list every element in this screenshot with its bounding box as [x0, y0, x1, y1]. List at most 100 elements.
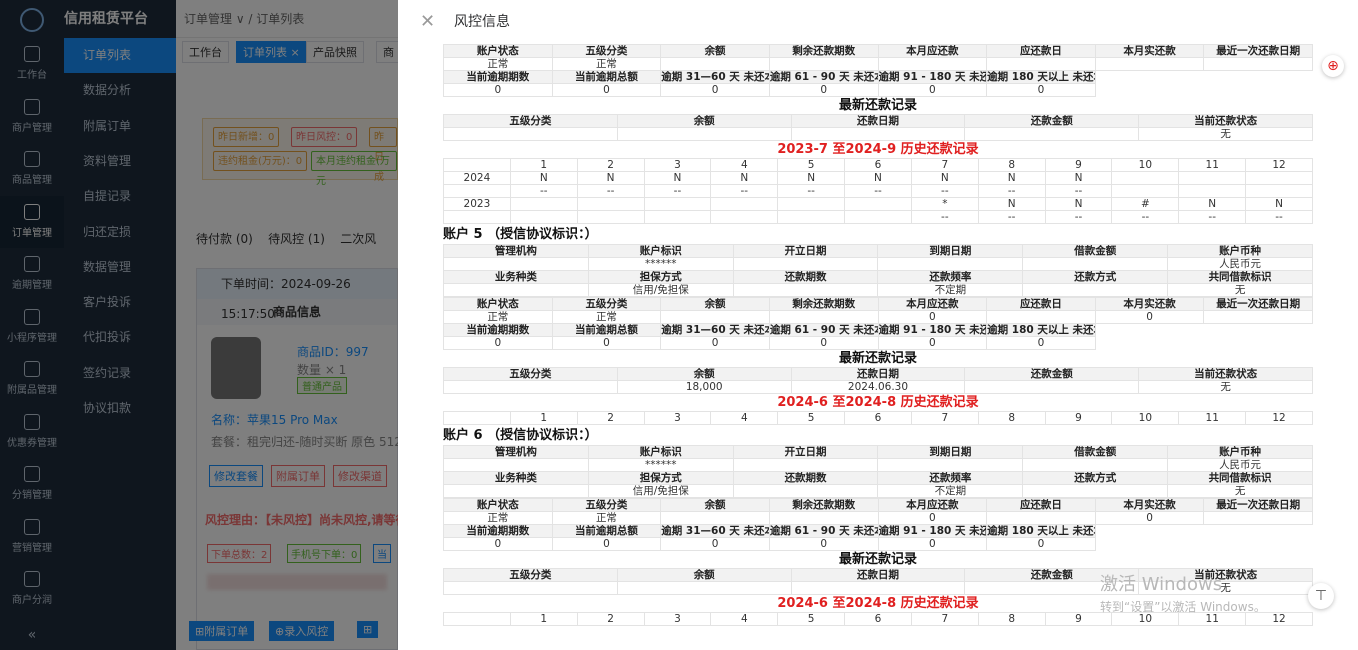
- month-header-row: 1 2 3 4 5 6 7 8 9 10 11 12: [443, 411, 1313, 425]
- month-cell: 3: [643, 411, 712, 425]
- back-to-top-icon[interactable]: ⊤: [1308, 583, 1334, 609]
- table-cell: 正常: [551, 310, 662, 324]
- table-cell: [1022, 283, 1169, 297]
- close-icon[interactable]: ✕: [420, 0, 435, 44]
- month-cell: 11: [1178, 158, 1247, 172]
- table-row: 信用/免担保 不定期 无: [443, 484, 1313, 498]
- history-cell: [710, 197, 779, 211]
- month-cell: 8: [977, 612, 1046, 626]
- month-cell: 4: [710, 411, 779, 425]
- table-cell: 逾期 91 - 180 天 未还本金: [877, 70, 988, 84]
- table-cell: 0: [443, 83, 553, 97]
- repay-title: 最新还款记录: [838, 351, 917, 366]
- table-cell: 最近一次还款日期: [1203, 297, 1313, 311]
- table-cell: 不定期: [877, 484, 1024, 498]
- month-cell: 6: [844, 612, 912, 626]
- table-row: 正常 正常 0 0: [443, 310, 1313, 324]
- table-cell: [1022, 458, 1169, 472]
- month-cell: 1: [509, 411, 578, 425]
- windows-activation-watermark: 激活 Windows 转到“设置”以激活 Windows。: [1100, 574, 1266, 618]
- table-cell: [732, 458, 879, 472]
- table-cell: 无: [1167, 283, 1313, 297]
- month-cell: 2: [576, 411, 645, 425]
- table-cell: 0: [1094, 511, 1205, 525]
- report-table: 五级分类 余额 还款日期 还款金额 当前还款状态 18,000 2024.06.30 无: [443, 367, 1313, 394]
- history-cell: N: [710, 171, 779, 185]
- table-cell: [1203, 511, 1313, 525]
- history-cell: [576, 210, 645, 224]
- history-cell: [509, 210, 578, 224]
- month-cell: 9: [1044, 411, 1113, 425]
- table-cell: [1022, 257, 1169, 271]
- table-row: 18,000 2024.06.30 无: [443, 380, 1313, 394]
- history-cell: --: [1044, 210, 1113, 224]
- table-cell: [1203, 57, 1313, 71]
- report-table: 账户状态 五级分类 余额 剩余还款期数 本月应还款 应还款日 本月实还款 最近一次还款日期 正常…: [443, 297, 1313, 350]
- table-cell: [443, 257, 589, 271]
- history-cell: N: [509, 171, 578, 185]
- history-cell: *: [910, 197, 979, 211]
- history-cell: --: [509, 184, 578, 198]
- month-cell: 3: [643, 158, 712, 172]
- account-title: 账户 5 （授信协议标识：）: [443, 227, 598, 242]
- report-table: 五级分类 余额 还款日期 还款金额 当前还款状态无: [443, 114, 1313, 141]
- history-cell: [777, 210, 846, 224]
- table-cell: 0: [768, 537, 879, 551]
- month-cell: 1: [509, 158, 578, 172]
- table-cell: 0: [660, 336, 770, 350]
- table-cell: [616, 127, 792, 141]
- table-cell: 账户币种: [1167, 445, 1313, 459]
- table-cell: 余额: [660, 297, 770, 311]
- watermark-line2: 转到“设置”以激活 Windows。: [1100, 600, 1266, 614]
- table-cell: 正常: [443, 511, 553, 525]
- add-circle-icon[interactable]: ⊕: [1322, 55, 1344, 77]
- history-cell: N: [844, 171, 912, 185]
- table-header-row: 管理机构 账户标识 开立日期 到期日期 借款金额 账户币种: [443, 244, 1313, 258]
- table-cell: [732, 484, 879, 498]
- table-cell: 最近一次还款日期: [1203, 498, 1313, 512]
- table-cell: [877, 458, 1024, 472]
- table-cell: 0: [877, 310, 988, 324]
- table-cell: 余额: [660, 498, 770, 512]
- history-cell: [1245, 184, 1313, 198]
- table-header-row: 当前逾期期数当前逾期总额逾期 31—60 天 未还本金逾期 61 - 90 天 …: [443, 524, 1313, 538]
- table-cell: 五级分类: [443, 568, 618, 582]
- month-cell: 8: [977, 411, 1046, 425]
- table-cell: 正常: [551, 57, 662, 71]
- table-cell: 余额: [616, 568, 792, 582]
- history-cell: N: [576, 171, 645, 185]
- app: 工作台商户管理商品管理订单管理逾期管理小程序管理附属品管理优惠券管理分销管理营销…: [0, 0, 1358, 650]
- table-cell: 逾期 180 天以上 未还本金: [986, 70, 1096, 84]
- month-cell: 6: [844, 411, 912, 425]
- modal-overlay[interactable]: [0, 0, 398, 650]
- month-cell: 1: [509, 612, 578, 626]
- table-cell: [732, 283, 879, 297]
- history-row: 2023 * N N # N N: [443, 197, 1313, 211]
- table-cell: 开立日期: [732, 445, 879, 459]
- table-cell: 0: [877, 83, 988, 97]
- history-cell: --: [977, 210, 1046, 224]
- table-cell: 当前逾期总额: [551, 70, 662, 84]
- table-cell: 借款金额: [1022, 445, 1169, 459]
- table-cell: [616, 581, 792, 595]
- history-title: 2023-7 至2024-9 历史还款记录: [777, 142, 979, 157]
- table-cell: 担保方式: [587, 270, 734, 284]
- table-cell: 0: [768, 336, 879, 350]
- table-cell: 逾期 91 - 180 天 未还本金: [877, 524, 988, 538]
- table-cell: 0: [443, 336, 553, 350]
- history-cell: N: [910, 171, 979, 185]
- table-cell: [1203, 310, 1313, 324]
- table-cell: 0: [660, 537, 770, 551]
- table-cell: 0: [551, 537, 662, 551]
- table-cell: 逾期 31—60 天 未还本金: [660, 323, 770, 337]
- table-cell: 五级分类: [443, 367, 618, 381]
- table-cell: ******: [587, 257, 734, 271]
- risk-report[interactable]: 账户状态 五级分类 余额 剩余还款期数 本月应还款 应还款日 本月实还款 最近一次还款日期 正常…: [443, 44, 1313, 650]
- table-cell: 五级分类: [443, 114, 618, 128]
- month-cell: 6: [844, 158, 912, 172]
- table-cell: 0: [551, 336, 662, 350]
- history-cell: [643, 210, 712, 224]
- table-cell: [660, 511, 770, 525]
- table-header-row: 五级分类 余额 还款日期 还款金额 当前还款状态: [443, 367, 1313, 381]
- table-cell: 余额: [616, 367, 792, 381]
